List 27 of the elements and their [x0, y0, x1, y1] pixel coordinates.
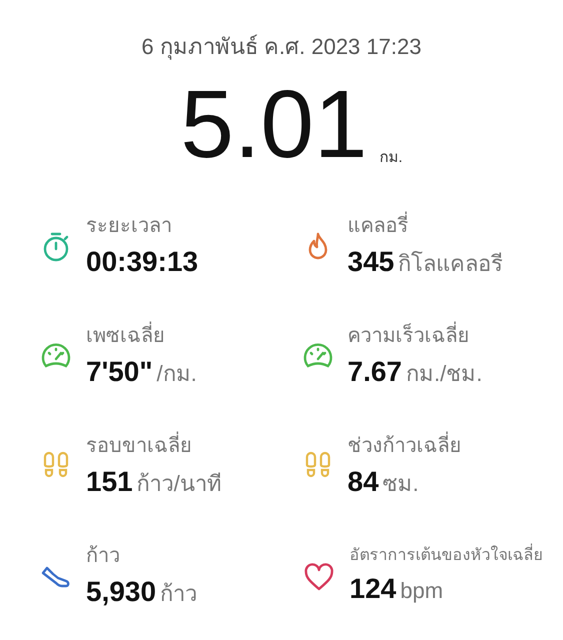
stat-value: 84 [348, 465, 379, 499]
stat-label: ช่วงก้าวเฉลี่ย [348, 431, 462, 461]
stat-value: 00:39:13 [86, 245, 198, 279]
stat-label: แคลอรี่ [348, 211, 504, 241]
stat-unit: ก้าว [160, 580, 198, 608]
stat-unit: กิโลแคลอรี [398, 250, 504, 278]
stat-label: เพซเฉลี่ย [86, 321, 197, 351]
workout-date: 6 กุมภาพันธ์ ค.ศ. 2023 17:23 [142, 33, 422, 62]
stat-value: 124 [350, 572, 396, 606]
stat-unit: /กม. [156, 360, 197, 388]
stat-value: 5,930 [86, 575, 156, 609]
stat-label: ก้าว [86, 544, 121, 569]
stat-label: อัตราการเต้นของหัวใจเฉลี่ย [350, 544, 542, 568]
stat-value: 7'50" [86, 355, 153, 389]
distance-unit: กม. [379, 148, 402, 168]
stat-value: 151 [86, 465, 133, 499]
stat-unit: ก้าว/นาที [136, 470, 222, 498]
stat-unit: ซม. [382, 470, 419, 498]
distance-value: 5.01 [180, 77, 368, 173]
stat-unit: bpm [400, 577, 444, 605]
stat-label: รอบขาเฉลี่ย [86, 431, 222, 461]
stat-unit: กม./ชม. [406, 360, 482, 388]
heart-icon [302, 561, 336, 593]
stat-value: 345 [348, 245, 394, 279]
stat-value: 7.67 [348, 355, 402, 389]
stat-label: ระยะเวลา [86, 214, 173, 239]
stat-label: ความเร็วเฉลี่ย [348, 321, 482, 351]
